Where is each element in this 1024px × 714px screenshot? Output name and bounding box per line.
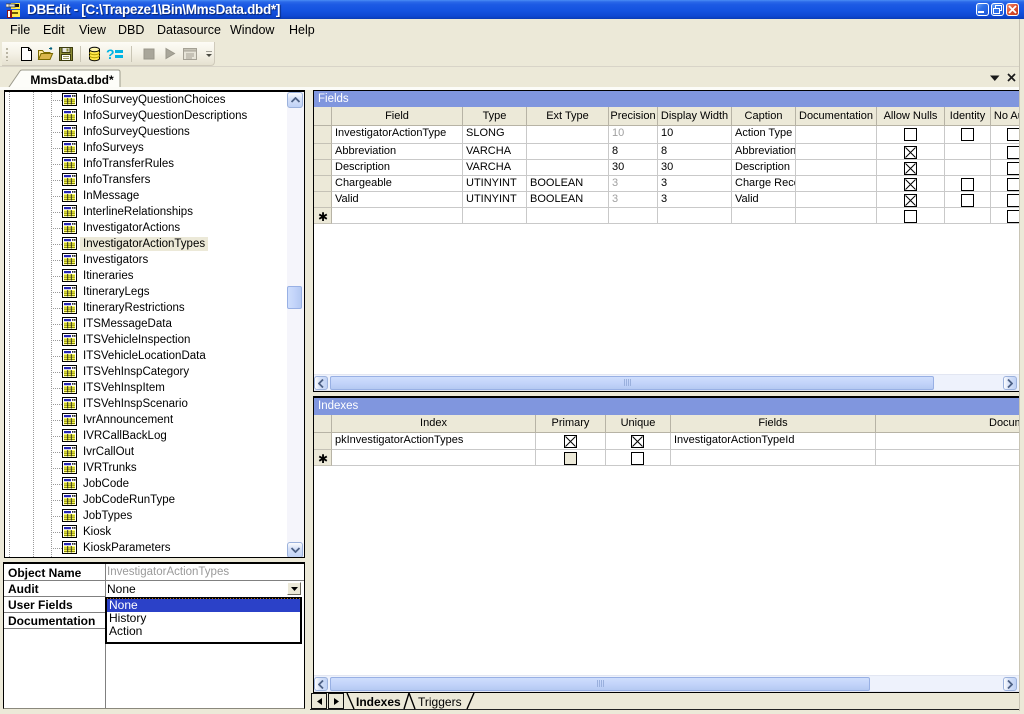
svg-text:Indexes: Indexes	[356, 695, 401, 709]
svg-text:?: ?	[106, 46, 115, 62]
svg-text:Triggers: Triggers	[418, 695, 462, 709]
svg-text:MmsData.dbd*: MmsData.dbd*	[30, 73, 114, 87]
